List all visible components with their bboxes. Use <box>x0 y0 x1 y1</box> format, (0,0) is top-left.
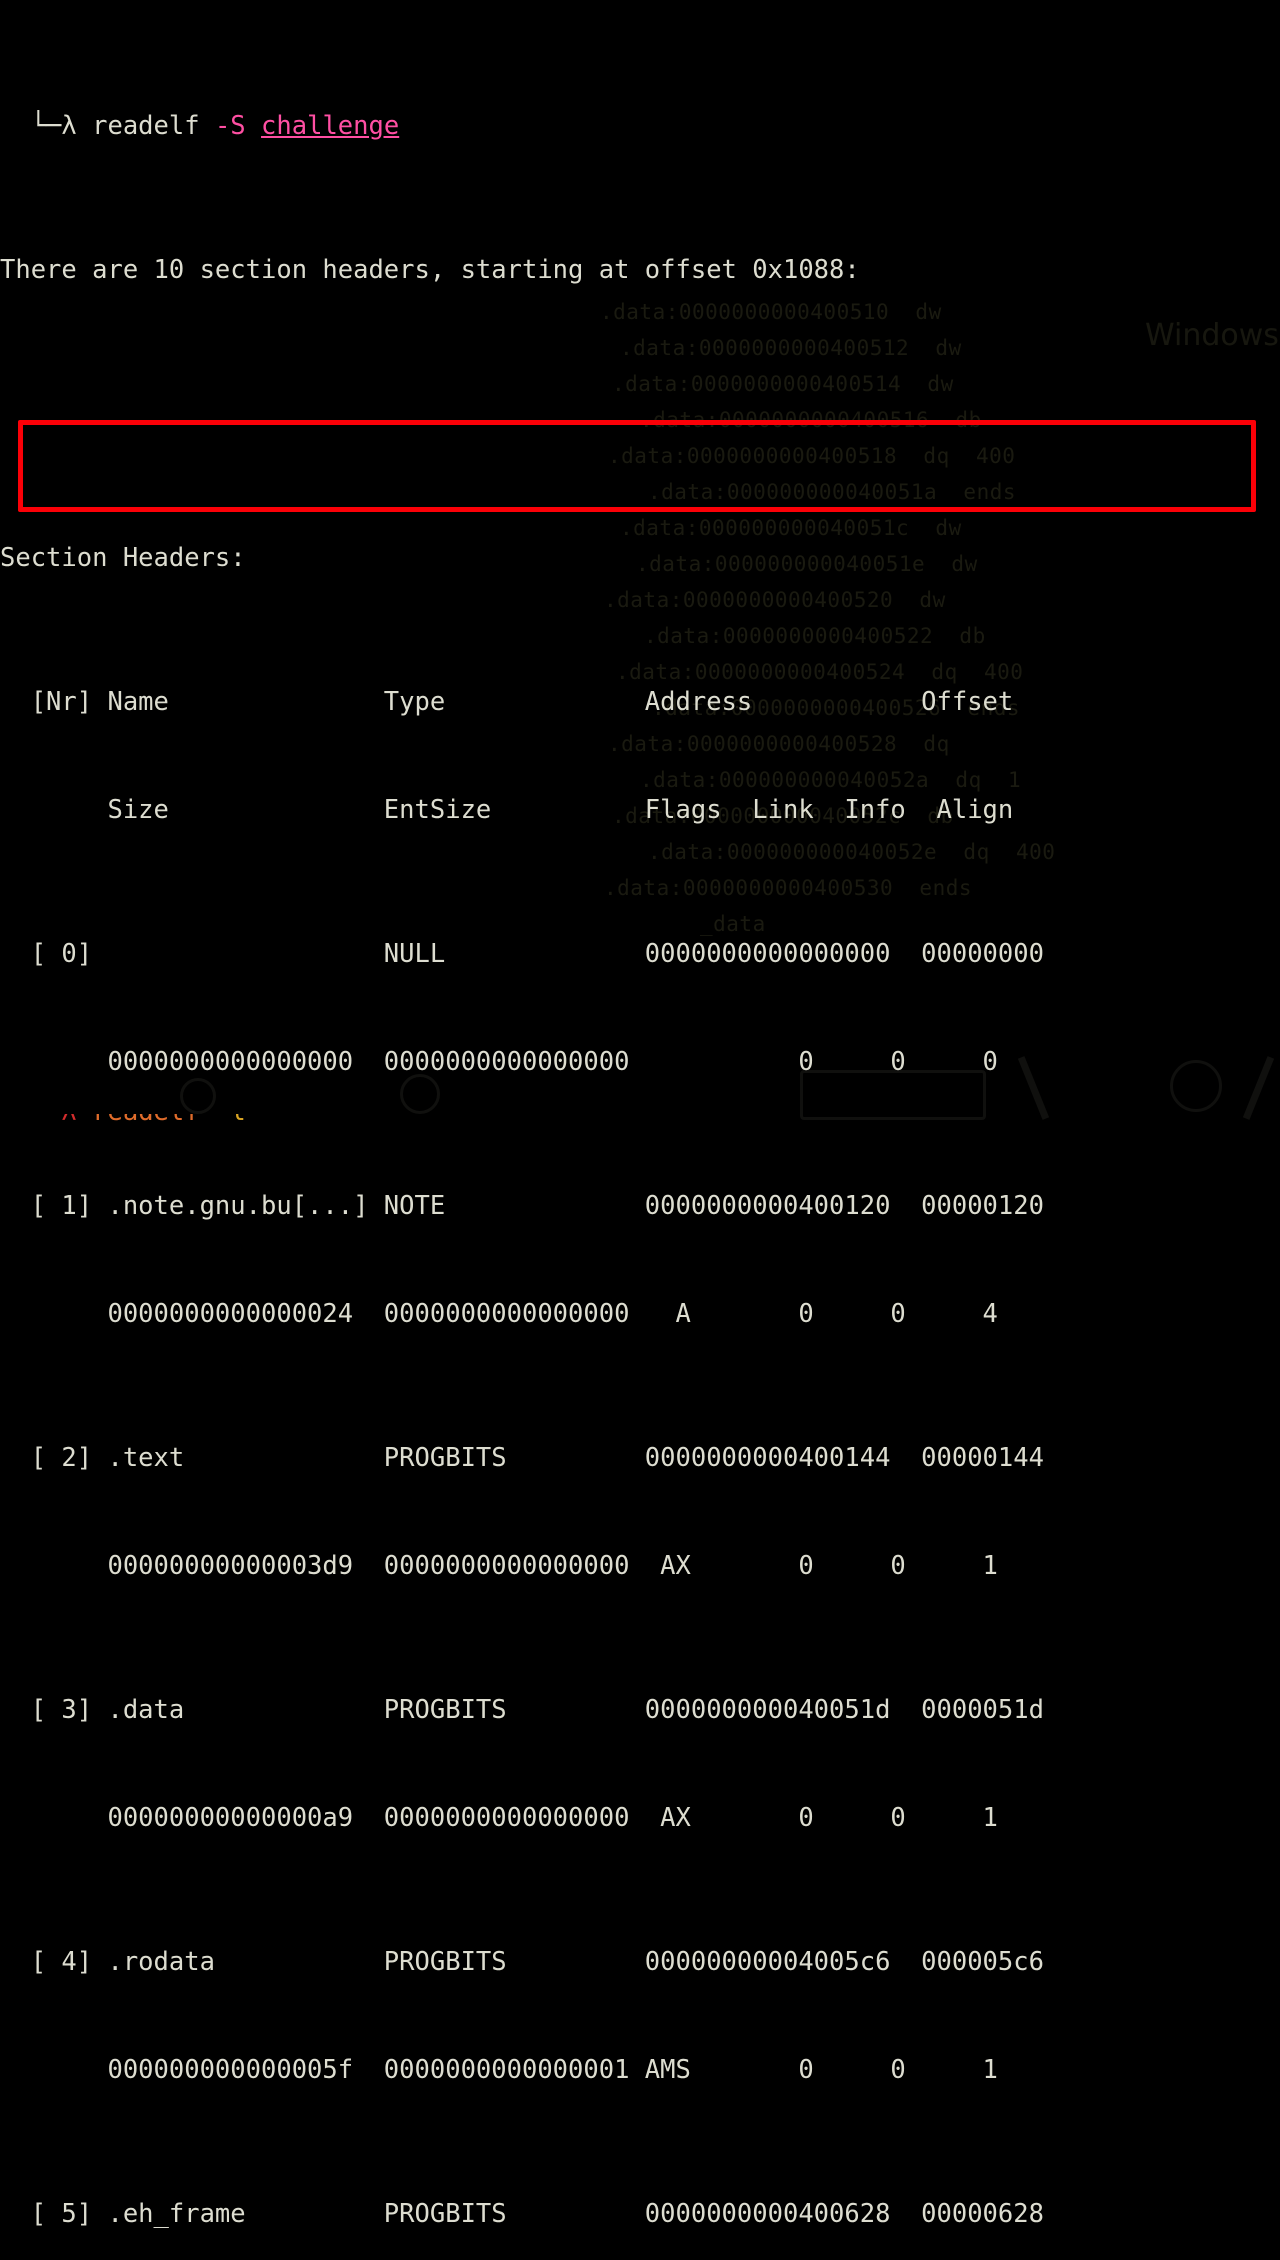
section-row-2-line2: 00000000000003d9 0000000000000000 AX 0 0… <box>0 1551 998 1581</box>
prompt-line[interactable]: └─λ readelf -S challenge <box>0 108 1280 144</box>
section-row-0-line2: 0000000000000000 0000000000000000 0 0 0 <box>0 1047 998 1077</box>
command-name: readelf <box>92 111 200 141</box>
command-argument: challenge <box>261 111 400 141</box>
section-row-3-line1: [ 3] .data PROGBITS 000000000040051d 000… <box>0 1695 1044 1725</box>
command-flag: -S <box>214 111 246 141</box>
column-header-row-2: Size EntSize Flags Link Info Align <box>0 795 1014 825</box>
next-prompt-partial[interactable]: └─λ readelf -l <box>0 1114 1280 1130</box>
section-row-4-line1: [ 4] .rodata PROGBITS 00000000004005c6 0… <box>0 1947 1044 1977</box>
section-row-1-line2: 0000000000000024 0000000000000000 A 0 0 … <box>0 1299 998 1329</box>
terminal-output[interactable]: └─λ readelf -S challenge There are 10 se… <box>0 0 1280 2229</box>
section-row-4-line2: 000000000000005f 0000000000000001 AMS 0 … <box>0 2055 998 2085</box>
section-row-5-line1: [ 5] .eh_frame PROGBITS 0000000000400628… <box>0 2199 1044 2229</box>
section-row-2-line1: [ 2] .text PROGBITS 0000000000400144 000… <box>0 1443 1044 1473</box>
section-row-0-line1: [ 0] NULL 0000000000000000 00000000 <box>0 939 1044 969</box>
section-row-3-line2: 00000000000000a9 0000000000000000 AX 0 0… <box>0 1803 998 1833</box>
section-headers-title: Section Headers: <box>0 543 246 573</box>
next-prompt-text: └─λ readelf -l <box>0 1114 246 1130</box>
section-row-1-line1: [ 1] .note.gnu.bu[...] NOTE 000000000040… <box>0 1191 1044 1221</box>
column-header-row-1: [Nr] Name Type Address Offset <box>0 687 1014 717</box>
prompt-glyph: └─λ <box>0 111 93 141</box>
summary-line: There are 10 section headers, starting a… <box>0 255 860 285</box>
